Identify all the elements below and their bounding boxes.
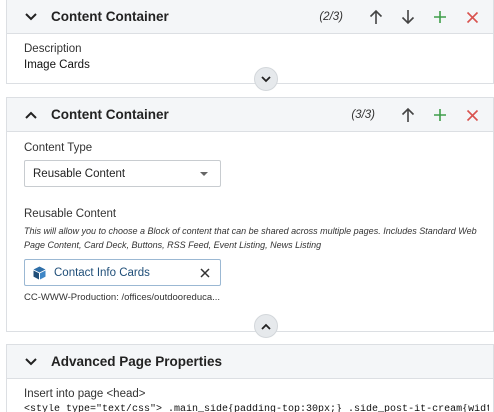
content-type-label: Content Type: [24, 142, 93, 154]
close-icon: [466, 109, 478, 121]
selected-block-label[interactable]: Contact Info Cards: [54, 267, 150, 279]
add-button[interactable]: [429, 104, 451, 126]
expand-button[interactable]: [254, 67, 278, 91]
move-up-button[interactable]: [365, 6, 387, 28]
add-button[interactable]: [429, 6, 451, 28]
content-type-select[interactable]: Reusable Content: [24, 160, 221, 187]
move-down-button[interactable]: [397, 6, 419, 28]
reusable-content-help: This will allow you to choose a Block of…: [24, 226, 477, 250]
cube-icon: [33, 266, 46, 279]
clear-selection-button[interactable]: [198, 266, 212, 280]
item-count: (2/3): [319, 11, 343, 23]
collapse-button[interactable]: [254, 314, 278, 338]
content-container-panel-2: Content Container (2/3) Description Imag…: [6, 0, 494, 91]
move-up-button[interactable]: [397, 104, 419, 126]
arrow-up-icon: [369, 9, 383, 24]
reusable-content-label: Reusable Content: [24, 208, 117, 220]
close-icon: [466, 11, 478, 23]
plus-icon: [434, 109, 446, 121]
chevron-up-icon: [261, 323, 271, 330]
chevron-down-icon: [200, 172, 208, 176]
description-label: Description: [24, 43, 82, 55]
panel-title: Advanced Page Properties: [51, 354, 223, 369]
chevron-down-icon[interactable]: [21, 352, 41, 372]
chevron-down-icon[interactable]: [21, 7, 41, 27]
chevron-down-icon: [261, 75, 271, 82]
head-insert-label: Insert into page <head>: [24, 388, 146, 400]
panel-title: Content Container: [51, 107, 169, 122]
content-container-panel-3: Content Container (3/3) Content Type Reu…: [6, 97, 494, 338]
panel-title: Content Container: [51, 9, 169, 24]
remove-button[interactable]: [461, 6, 483, 28]
head-insert-value[interactable]: <style type="text/css"> .main_side{paddi…: [24, 404, 489, 412]
panel-header[interactable]: Content Container (2/3): [7, 0, 493, 34]
arrow-up-icon: [401, 107, 415, 122]
selected-block-path: CC-WWW-Production: /offices/outdooreduca…: [24, 292, 221, 303]
description-value: Image Cards: [24, 59, 90, 71]
remove-button[interactable]: [461, 104, 483, 126]
arrow-down-icon: [401, 10, 415, 25]
advanced-page-properties-panel: Advanced Page Properties Insert into pag…: [6, 344, 494, 412]
item-count: (3/3): [351, 109, 375, 121]
panel-header[interactable]: Advanced Page Properties: [7, 345, 493, 379]
panel-header[interactable]: Content Container (3/3): [7, 98, 493, 132]
content-type-value: Reusable Content: [33, 167, 126, 180]
close-icon: [200, 268, 210, 278]
selected-block-chip[interactable]: Contact Info Cards: [24, 259, 221, 286]
panel-actions: (2/3): [319, 0, 483, 34]
chevron-up-icon[interactable]: [21, 105, 41, 125]
panel-actions: (3/3): [351, 98, 483, 132]
plus-icon: [434, 11, 446, 23]
